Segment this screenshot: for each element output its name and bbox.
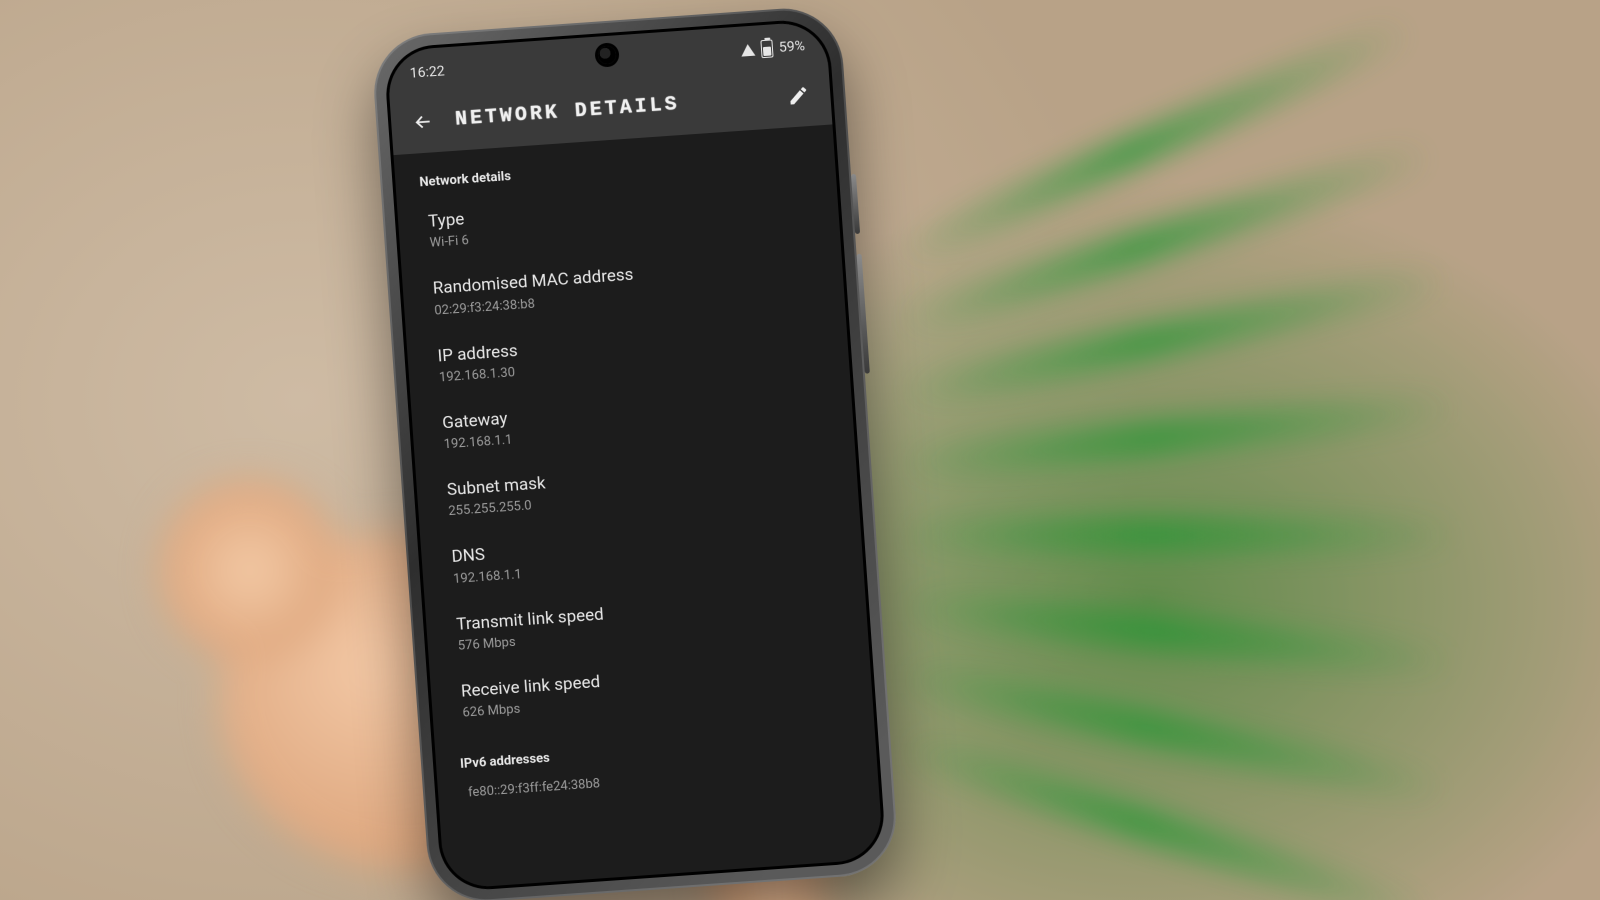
settings-content[interactable]: Network details Type Wi-Fi 6 Randomised … (393, 124, 883, 889)
back-button[interactable] (404, 103, 442, 141)
status-right-cluster: 59% (740, 37, 805, 59)
phone-volume-button (857, 254, 870, 374)
edit-button[interactable] (779, 77, 817, 115)
phone-screen: 16:22 59% NETWORK DETAILS (383, 17, 887, 892)
palm-leaf-decoration (780, 120, 1600, 900)
signal-icon (741, 44, 756, 57)
arrow-left-icon (412, 110, 435, 133)
smartphone: 16:22 59% NETWORK DETAILS (370, 5, 900, 900)
phone-side-button (851, 174, 860, 234)
phone-frame: 16:22 59% NETWORK DETAILS (370, 5, 900, 900)
battery-icon (760, 39, 773, 58)
front-camera-hole (597, 45, 616, 64)
pencil-icon (787, 84, 810, 107)
photo-background: 16:22 59% NETWORK DETAILS (0, 0, 1600, 900)
clock: 16:22 (409, 63, 445, 81)
battery-percent: 59% (778, 38, 805, 56)
page-title: NETWORK DETAILS (454, 86, 767, 131)
